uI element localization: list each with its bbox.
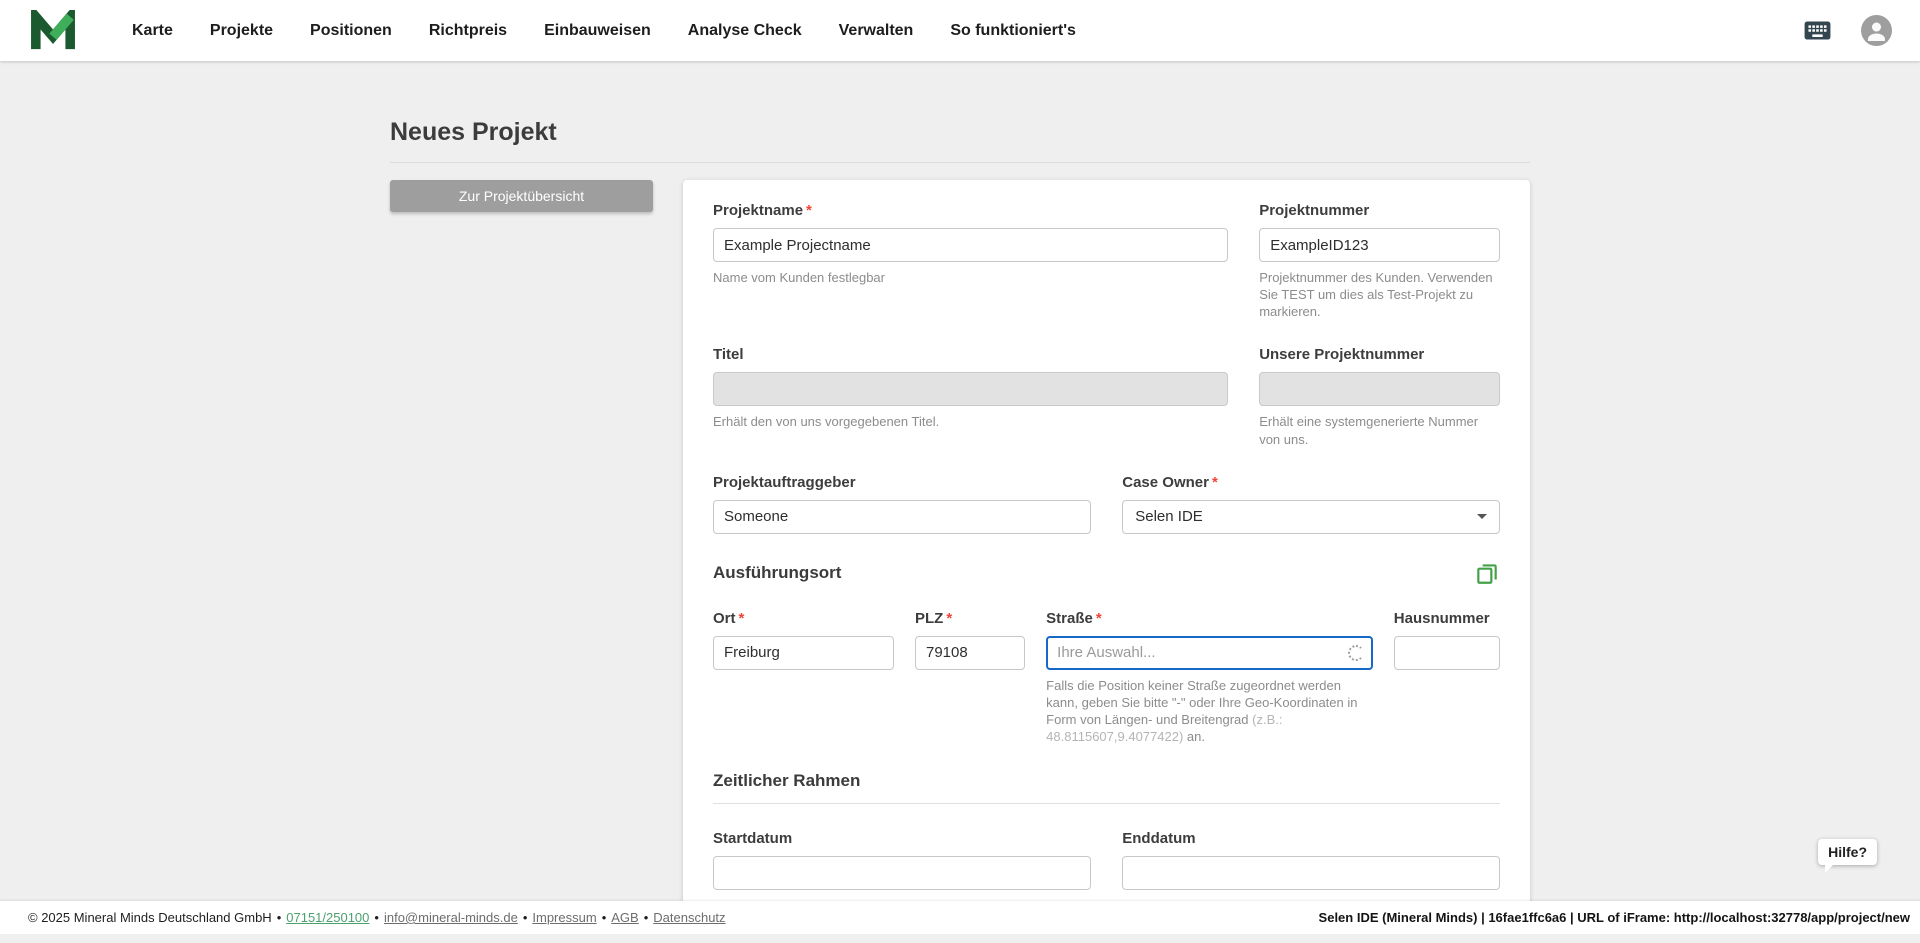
projektname-label: Projektname*	[713, 202, 1228, 220]
loading-spinner-icon	[1348, 645, 1364, 661]
titel-helper: Erhält den von uns vorgegebenen Titel.	[713, 413, 1228, 430]
projektname-helper: Name vom Kunden festlegbar	[713, 269, 1228, 286]
field-case-owner: Case Owner* Selen IDE	[1122, 474, 1500, 534]
plz-input[interactable]	[915, 636, 1025, 670]
top-navbar: Karte Projekte Positionen Richtpreis Ein…	[0, 0, 1920, 61]
field-startdatum: Startdatum	[713, 830, 1091, 890]
copy-icon[interactable]	[1474, 560, 1500, 586]
datenschutz-link[interactable]: Datenschutz	[653, 910, 725, 925]
section-divider	[713, 803, 1500, 804]
impressum-link[interactable]: Impressum	[532, 910, 596, 925]
new-project-form-card: Projektname* Name vom Kunden festlegbar …	[683, 180, 1530, 920]
keyboard-icon[interactable]	[1802, 15, 1833, 46]
nav-item-so-funktionierts[interactable]: So funktioniert's	[950, 22, 1076, 40]
nav-item-einbauweisen[interactable]: Einbauweisen	[544, 22, 651, 40]
required-asterisk: *	[806, 202, 812, 219]
unsere-projektnummer-helper: Erhält eine systemgenerierte Nummer von …	[1259, 413, 1500, 447]
field-strasse: Straße* Falls die Position keiner Straße…	[1046, 610, 1373, 746]
logo-icon[interactable]	[30, 10, 76, 52]
required-asterisk: *	[1096, 610, 1102, 627]
field-projektnummer: Projektnummer Projektnummer des Kunden. …	[1259, 202, 1500, 320]
titel-label: Titel	[713, 346, 1228, 364]
nav-item-verwalten[interactable]: Verwalten	[839, 22, 914, 40]
projektauftraggeber-input[interactable]	[713, 500, 1091, 534]
nav-item-positionen[interactable]: Positionen	[310, 22, 392, 40]
section-ausfuehrungsort: Ausführungsort	[713, 563, 841, 583]
startdatum-input[interactable]	[713, 856, 1091, 890]
nav-item-richtpreis[interactable]: Richtpreis	[429, 22, 507, 40]
field-unsere-projektnummer: Unsere Projektnummer Erhält eine systemg…	[1259, 346, 1500, 447]
case-owner-label: Case Owner*	[1122, 474, 1500, 492]
project-overview-button[interactable]: Zur Projektübersicht	[390, 180, 653, 212]
avatar[interactable]	[1861, 15, 1892, 46]
plz-label: PLZ*	[915, 610, 1025, 628]
hausnummer-label: Hausnummer	[1394, 610, 1500, 628]
field-hausnummer: Hausnummer	[1394, 610, 1500, 670]
nav-item-projekte[interactable]: Projekte	[210, 22, 273, 40]
page-title: Neues Projekt	[390, 118, 1530, 147]
required-asterisk: *	[1212, 474, 1218, 491]
field-plz: PLZ*	[915, 610, 1025, 670]
dropdown-arrow-icon	[1477, 514, 1487, 519]
title-divider	[390, 162, 1530, 163]
projektnummer-label: Projektnummer	[1259, 202, 1500, 220]
email-link[interactable]: info@mineral-minds.de	[384, 910, 518, 925]
phone-link[interactable]: 07151/250100	[286, 910, 369, 925]
field-projektauftraggeber: Projektauftraggeber	[713, 474, 1091, 534]
required-asterisk: *	[946, 610, 952, 627]
help-button[interactable]: Hilfe?	[1818, 839, 1877, 865]
enddatum-input[interactable]	[1122, 856, 1500, 890]
projektname-input[interactable]	[713, 228, 1228, 262]
agb-link[interactable]: AGB	[611, 910, 638, 925]
titel-input	[713, 372, 1228, 406]
strasse-helper: Falls die Position keiner Straße zugeord…	[1046, 677, 1373, 746]
nav-item-karte[interactable]: Karte	[132, 22, 173, 40]
projektnummer-input[interactable]	[1259, 228, 1500, 262]
ort-input[interactable]	[713, 636, 894, 670]
hausnummer-input[interactable]	[1394, 636, 1500, 670]
field-titel: Titel Erhält den von uns vorgegebenen Ti…	[713, 346, 1228, 430]
nav-item-analyse-check[interactable]: Analyse Check	[688, 22, 802, 40]
footer: © 2025 Mineral Minds Deutschland GmbH • …	[0, 901, 1920, 934]
case-owner-value: Selen IDE	[1135, 508, 1203, 525]
nav-items: Karte Projekte Positionen Richtpreis Ein…	[132, 22, 1802, 40]
main-area: Neues Projekt Zur Projektübersicht Proje…	[0, 61, 1920, 920]
enddatum-label: Enddatum	[1122, 830, 1500, 848]
field-projektname: Projektname* Name vom Kunden festlegbar	[713, 202, 1228, 286]
strasse-input[interactable]	[1046, 636, 1373, 670]
projektauftraggeber-label: Projektauftraggeber	[713, 474, 1091, 492]
unsere-projektnummer-input	[1259, 372, 1500, 406]
unsere-projektnummer-label: Unsere Projektnummer	[1259, 346, 1500, 364]
ort-label: Ort*	[713, 610, 894, 628]
startdatum-label: Startdatum	[713, 830, 1091, 848]
session-info: Selen IDE (Mineral Minds) | 16fae1ffc6a6…	[1319, 910, 1910, 925]
field-ort: Ort*	[713, 610, 894, 670]
strasse-label: Straße*	[1046, 610, 1373, 628]
section-zeitlicher-rahmen: Zeitlicher Rahmen	[713, 771, 860, 790]
projektnummer-helper: Projektnummer des Kunden. Verwenden Sie …	[1259, 269, 1500, 320]
nav-right	[1802, 15, 1892, 46]
required-asterisk: *	[739, 610, 745, 627]
case-owner-select[interactable]: Selen IDE	[1122, 500, 1500, 534]
field-enddatum: Enddatum	[1122, 830, 1500, 890]
copyright-text: © 2025 Mineral Minds Deutschland GmbH	[28, 910, 272, 925]
